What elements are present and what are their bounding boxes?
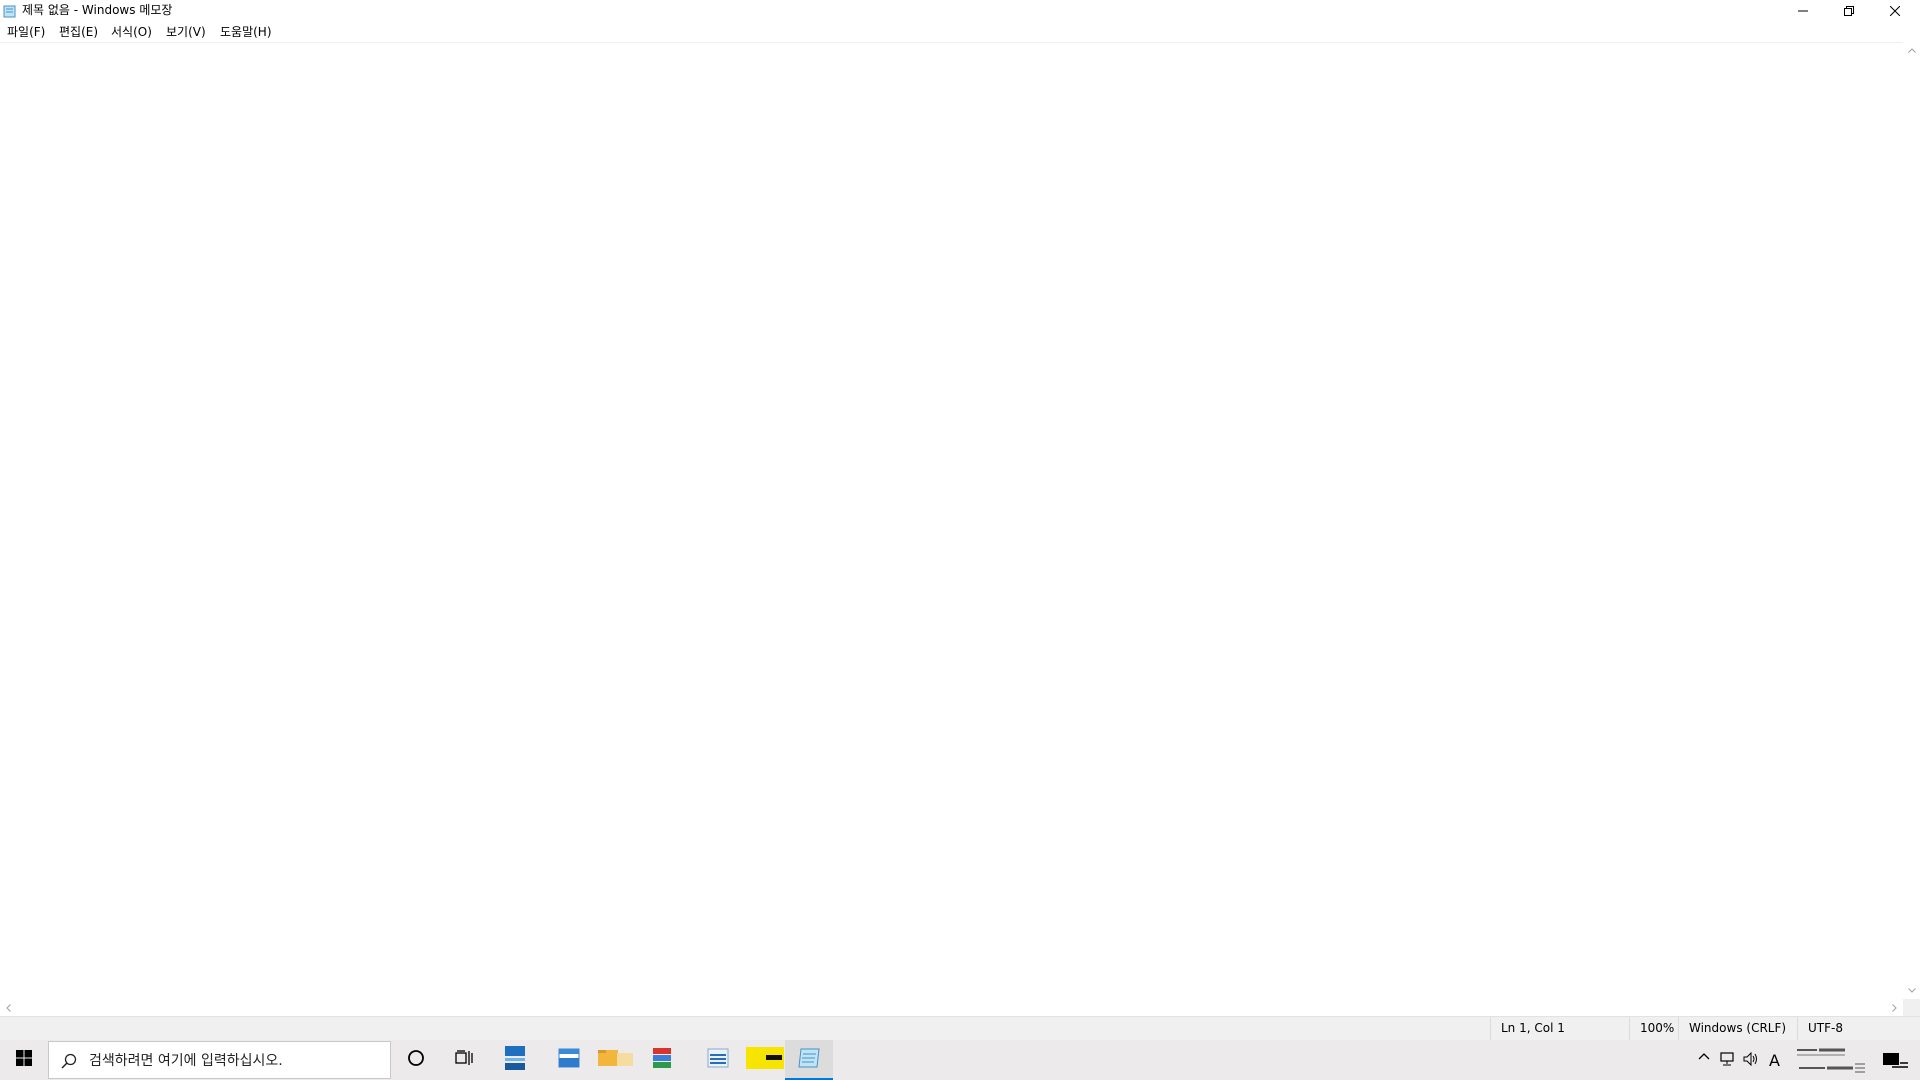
minimize-icon xyxy=(1798,6,1808,16)
ime-indicator[interactable]: A xyxy=(1769,1051,1780,1070)
taskbar-file-explorer[interactable] xyxy=(592,1040,640,1080)
volume-icon[interactable] xyxy=(1743,1052,1759,1066)
task-view-icon xyxy=(455,1050,473,1070)
taskbar-app-1[interactable] xyxy=(491,1040,539,1080)
close-button[interactable] xyxy=(1872,0,1918,22)
cortana-button[interactable] xyxy=(392,1040,440,1080)
app-icon-1 xyxy=(504,1045,526,1075)
chevron-up-icon[interactable] xyxy=(1698,1052,1710,1060)
taskbar: 검색하려면 여기에 입력하십시오. A xyxy=(0,1040,1920,1080)
menu-edit[interactable]: 편집(E) xyxy=(59,24,98,40)
status-bar: Ln 1, Col 1 100% Windows (CRLF) UTF-8 xyxy=(0,1016,1920,1040)
app-icon-5 xyxy=(746,1047,784,1073)
clock-icon[interactable] xyxy=(1795,1044,1867,1076)
vertical-scrollbar[interactable] xyxy=(1903,42,1920,999)
cortana-icon xyxy=(407,1049,425,1071)
scroll-up-icon[interactable] xyxy=(1903,42,1920,59)
search-icon xyxy=(61,1053,77,1073)
scroll-right-icon[interactable] xyxy=(1886,999,1903,1016)
close-icon xyxy=(1890,6,1900,16)
taskbar-app-2[interactable] xyxy=(545,1040,593,1080)
title-bar[interactable]: 제목 없음 - Windows 메모장 xyxy=(0,0,1920,22)
start-icon xyxy=(16,1050,32,1070)
app-icon-4 xyxy=(707,1047,729,1073)
search-placeholder: 검색하려면 여기에 입력하십시오. xyxy=(89,1053,283,1069)
app-icon-3 xyxy=(652,1047,672,1073)
cursor-position: Ln 1, Col 1 xyxy=(1490,1017,1630,1040)
encoding: UTF-8 xyxy=(1797,1017,1920,1040)
start-button[interactable] xyxy=(0,1040,48,1080)
notepad-icon xyxy=(3,3,16,18)
taskbar-app-3[interactable] xyxy=(638,1040,686,1080)
notepad-icon xyxy=(797,1047,821,1073)
app-icon-2 xyxy=(558,1048,580,1072)
taskbar-notepad[interactable] xyxy=(785,1040,833,1080)
taskbar-app-5[interactable] xyxy=(743,1040,787,1080)
restore-icon xyxy=(1844,6,1854,16)
network-icon[interactable] xyxy=(1720,1052,1736,1066)
taskbar-search[interactable]: 검색하려면 여기에 입력하십시오. xyxy=(48,1041,391,1079)
menu-file[interactable]: 파일(F) xyxy=(7,24,45,40)
taskbar-app-4[interactable] xyxy=(694,1040,742,1080)
zoom-level: 100% xyxy=(1629,1017,1679,1040)
menu-format[interactable]: 서식(O) xyxy=(111,24,152,40)
restore-button[interactable] xyxy=(1826,0,1872,22)
scrollbar-corner xyxy=(1903,999,1920,1016)
menu-bar: 파일(F) 편집(E) 서식(O) 보기(V) 도움말(H) xyxy=(0,22,1920,42)
scroll-down-icon[interactable] xyxy=(1903,982,1920,999)
task-view-button[interactable] xyxy=(440,1040,488,1080)
menu-view[interactable]: 보기(V) xyxy=(166,24,206,40)
window-title: 제목 없음 - Windows 메모장 xyxy=(22,3,173,17)
line-ending: Windows (CRLF) xyxy=(1678,1017,1798,1040)
notification-icon[interactable] xyxy=(1882,1052,1910,1070)
scroll-left-icon[interactable] xyxy=(0,999,17,1016)
file-explorer-icon xyxy=(597,1048,635,1072)
text-editor[interactable] xyxy=(0,42,1903,1000)
minimize-button[interactable] xyxy=(1780,0,1826,22)
menu-help[interactable]: 도움말(H) xyxy=(220,24,272,40)
horizontal-scrollbar[interactable] xyxy=(0,999,1903,1016)
